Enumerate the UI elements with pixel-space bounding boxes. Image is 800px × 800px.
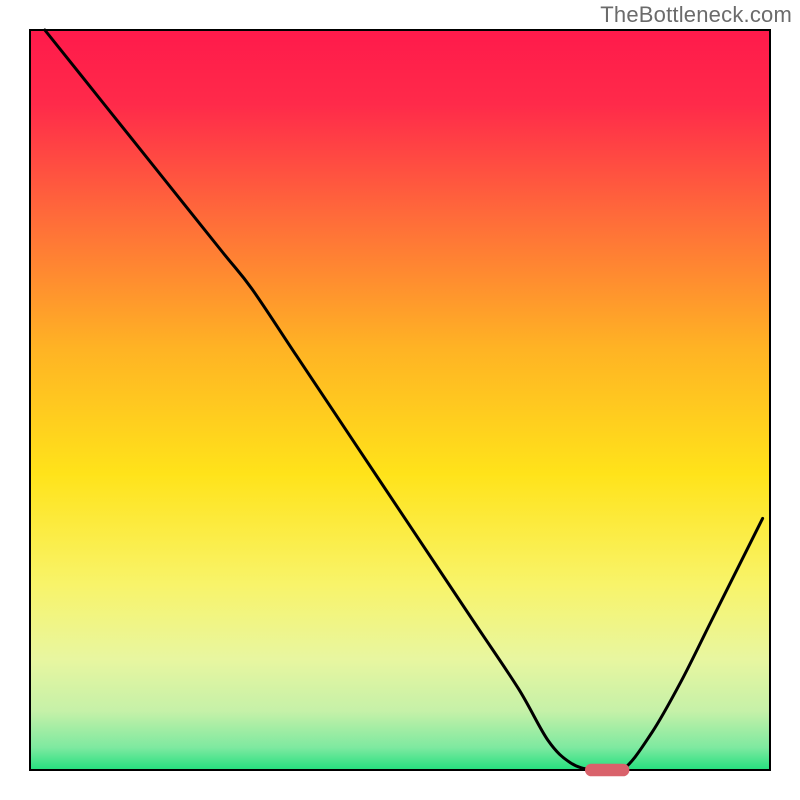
chart-stage: TheBottleneck.com <box>0 0 800 800</box>
bottleneck-chart <box>0 0 800 800</box>
optimal-marker <box>585 764 629 777</box>
plot-background <box>30 30 770 770</box>
watermark-text: TheBottleneck.com <box>600 2 792 28</box>
